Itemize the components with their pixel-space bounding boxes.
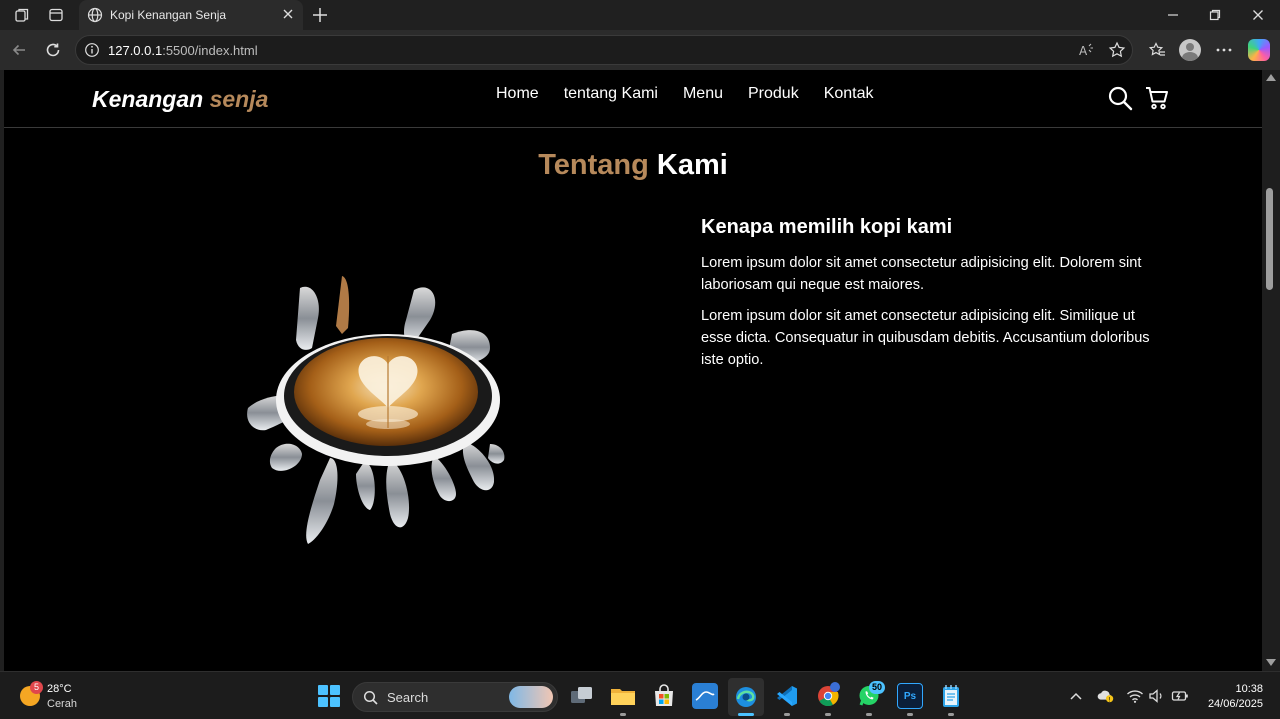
nav-tentang-kami[interactable]: tentang Kami <box>564 85 658 103</box>
scrollbar-thumb[interactable] <box>1266 188 1273 290</box>
photoshop-icon[interactable]: Ps <box>897 683 923 709</box>
close-tab-icon[interactable] <box>281 7 295 26</box>
copilot-icon[interactable] <box>1248 39 1270 61</box>
new-tab-icon[interactable] <box>310 5 330 30</box>
tab-bar: Kopi Kenangan Senja <box>0 0 1280 30</box>
task-view-icon[interactable] <box>569 683 595 709</box>
workspaces-icon[interactable] <box>10 5 34 25</box>
page-scrollbar[interactable] <box>1262 70 1280 671</box>
site-logo[interactable]: Kenangan senja <box>92 86 268 113</box>
nav-menu[interactable]: Menu <box>683 85 723 103</box>
chrome-indicator <box>825 713 831 716</box>
close-window-icon[interactable] <box>1235 4 1280 26</box>
address-bar[interactable]: 127.0.0.1:5500/index.html A <box>75 35 1133 65</box>
nav-kontak[interactable]: Kontak <box>824 85 874 103</box>
chrome-profile-badge <box>830 682 840 692</box>
back-arrow-icon[interactable] <box>8 40 30 60</box>
page-viewport: Kenangan senja Home tentang Kami Menu Pr… <box>4 70 1262 671</box>
taskbar-search[interactable]: Search <box>352 682 558 712</box>
profile-avatar[interactable] <box>1179 39 1201 61</box>
windows-start-icon[interactable] <box>318 685 340 707</box>
notepad-icon[interactable] <box>938 683 964 709</box>
edge-browser-icon[interactable] <box>728 678 764 716</box>
tab-title: Kopi Kenangan Senja <box>110 8 227 22</box>
url-host: 127.0.0.1 <box>108 43 163 58</box>
vscode-indicator <box>784 713 790 716</box>
address-toolbar: 127.0.0.1:5500/index.html A <box>0 30 1280 70</box>
clock-date[interactable]: 24/06/2025 <box>1208 698 1263 710</box>
whatsapp-badge: 50 <box>869 681 886 694</box>
globe-icon <box>87 7 103 28</box>
svg-text:A: A <box>1079 44 1088 58</box>
scroll-up-icon[interactable] <box>1266 74 1276 81</box>
about-paragraph-1: Lorem ipsum dolor sit amet consectetur a… <box>701 255 1142 293</box>
restore-icon[interactable] <box>1192 4 1238 26</box>
chevron-up-icon[interactable] <box>1067 688 1085 704</box>
logo-main: Kenangan <box>92 86 210 112</box>
file-explorer-icon[interactable] <box>610 683 636 709</box>
url-path: :5500/index.html <box>162 43 258 58</box>
edge-active-indicator <box>738 713 754 716</box>
minimize-icon[interactable] <box>1150 4 1196 26</box>
search-label: Search <box>387 690 429 705</box>
file-explorer-indicator <box>620 713 626 716</box>
vscode-icon[interactable] <box>774 683 800 709</box>
logo-accent: senja <box>209 86 269 112</box>
search-icon <box>363 690 379 711</box>
favorites-icon[interactable] <box>1145 39 1169 61</box>
nav-produk[interactable]: Produk <box>748 85 799 103</box>
mysql-workbench-icon[interactable] <box>692 683 718 709</box>
clock-time[interactable]: 10:38 <box>1235 683 1263 695</box>
about-heading: Kenapa memilih kopi kami <box>701 216 953 238</box>
scroll-down-icon[interactable] <box>1266 659 1276 666</box>
site-menu: Home tentang Kami Menu Produk Kontak <box>496 85 899 103</box>
read-aloud-icon[interactable]: A <box>1076 40 1098 60</box>
microsoft-store-icon[interactable] <box>651 683 677 709</box>
refresh-icon[interactable] <box>42 40 64 60</box>
whatsapp-indicator <box>866 713 872 716</box>
coffee-splash-image <box>247 276 505 544</box>
url-text: 127.0.0.1:5500/index.html <box>108 43 258 58</box>
nav-home[interactable]: Home <box>496 85 539 103</box>
weather-badge: 5 <box>30 681 43 694</box>
wifi-icon[interactable] <box>1126 688 1144 704</box>
section-title: Tentang Kami <box>4 149 1262 182</box>
tab-actions-icon[interactable] <box>44 5 68 25</box>
notepad-indicator <box>948 713 954 716</box>
about-content: Kenapa memilih kopi kami Lorem ipsum dol… <box>701 216 1161 380</box>
more-options-icon[interactable] <box>1212 39 1236 61</box>
about-paragraph-2: Lorem ipsum dolor sit amet consectetur a… <box>701 308 1150 368</box>
favorite-star-icon[interactable] <box>1106 40 1128 60</box>
weather-temperature[interactable]: 28°C <box>47 683 72 695</box>
weather-description[interactable]: Cerah <box>47 698 77 710</box>
search-icon[interactable] <box>1107 85 1133 111</box>
section-title-accent: Tentang <box>538 149 649 181</box>
search-highlight-image <box>509 686 553 708</box>
svg-text:!: ! <box>1108 697 1110 703</box>
volume-icon[interactable] <box>1148 688 1166 704</box>
site-navbar: Kenangan senja Home tentang Kami Menu Pr… <box>4 70 1262 128</box>
site-info-icon[interactable] <box>84 42 100 63</box>
shopping-cart-icon[interactable] <box>1144 85 1170 111</box>
windows-taskbar: 5 28°C Cerah Search 50 Ps ! 10:38 24/06/… <box>0 671 1280 719</box>
photoshop-indicator <box>907 713 913 716</box>
section-title-rest: Kami <box>648 149 728 181</box>
browser-tab-active[interactable]: Kopi Kenangan Senja <box>79 0 303 30</box>
battery-charging-icon[interactable] <box>1171 688 1189 704</box>
onedrive-warning-icon[interactable]: ! <box>1097 688 1115 704</box>
